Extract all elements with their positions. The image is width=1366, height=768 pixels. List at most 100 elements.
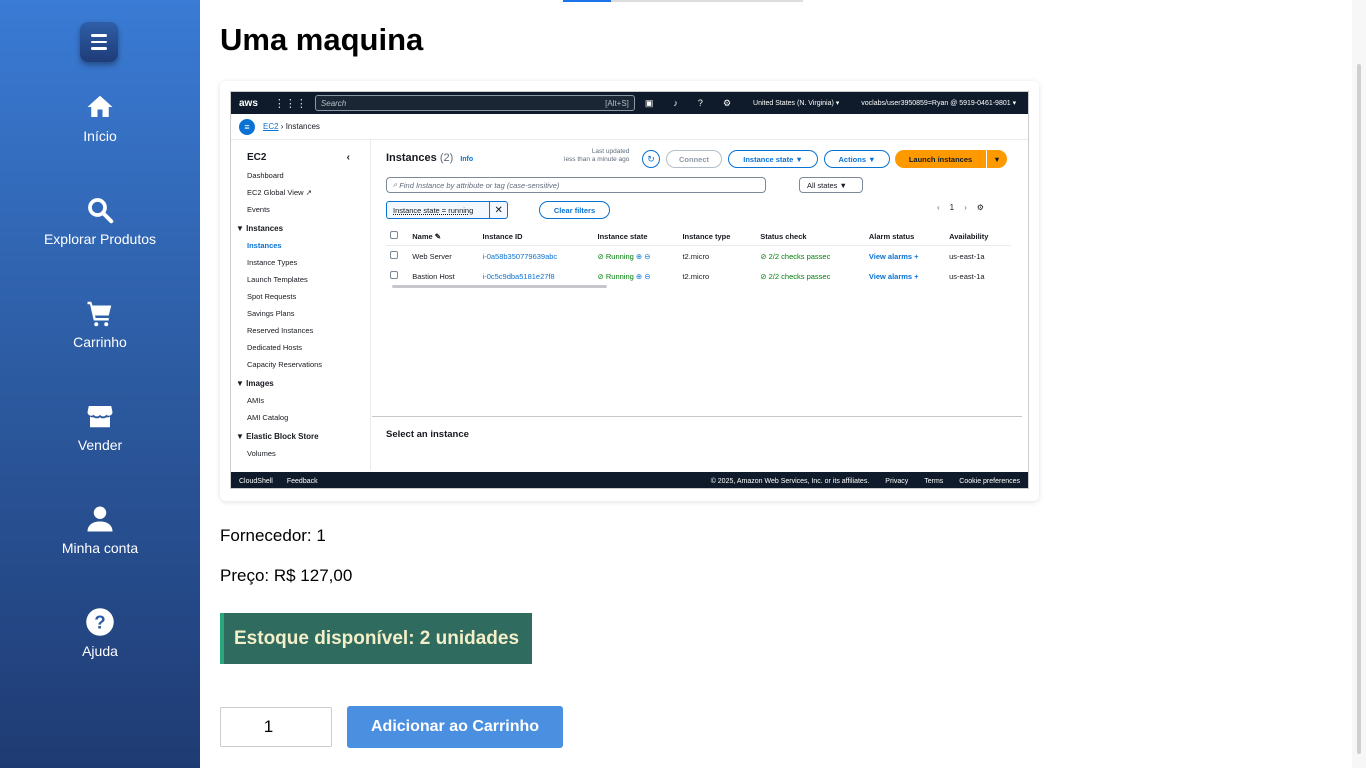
nav-item-explorar[interactable]: Explorar Produtos bbox=[0, 195, 200, 247]
status-text: 2/2 checks passec bbox=[768, 251, 831, 261]
nav-label: Início bbox=[83, 128, 117, 144]
chevron-left-icon: ‹ bbox=[346, 152, 350, 163]
footer-terms: Terms bbox=[924, 477, 944, 485]
nav-item-carrinho[interactable]: Carrinho bbox=[0, 298, 200, 350]
side-link: Dedicated Hosts bbox=[247, 343, 303, 352]
cell-alarm: View alarms + bbox=[868, 251, 919, 261]
store-icon bbox=[87, 406, 113, 428]
launch-instances-button: Launch instances bbox=[895, 150, 986, 168]
cell-instance-id: i-0c5c9dba5181e27f8 bbox=[482, 271, 555, 281]
column-header: Availability bbox=[945, 227, 1011, 246]
nav-label: Carrinho bbox=[73, 334, 127, 350]
aws-search-shortcut: [Alt+S] bbox=[605, 98, 629, 108]
select-all-checkbox bbox=[386, 227, 409, 246]
select-instance-label: Select an instance bbox=[386, 429, 469, 440]
scrollbar-thumb[interactable] bbox=[1357, 64, 1361, 754]
refresh-icon: ↻ bbox=[642, 150, 660, 168]
add-to-cart-button[interactable]: Adicionar ao Carrinho bbox=[347, 706, 563, 748]
last-updated-when: less than a minute ago bbox=[564, 155, 630, 163]
launch-dropdown-icon: ▼ bbox=[987, 150, 1007, 168]
instance-state-button: Instance state ▼ bbox=[728, 150, 818, 168]
aws-top-bar: aws ⋮⋮⋮ Search [Alt+S] ▣ ♪ ? ⚙ United St… bbox=[231, 92, 1028, 114]
side-section: ▼ Images bbox=[236, 379, 274, 388]
column-header: Name ✎ bbox=[408, 227, 479, 246]
side-link: Capacity Reservations bbox=[247, 360, 323, 369]
chevron-left-icon: ‹ bbox=[937, 203, 940, 212]
cell-state: ⊘ Running ⊕ ⊖ bbox=[597, 251, 651, 261]
column-header: Instance ID bbox=[478, 227, 594, 246]
clear-filters-button: Clear filters bbox=[539, 201, 610, 219]
find-instance-input: ⌕ Find Instance by attribute or tag (cas… bbox=[386, 177, 766, 193]
search-icon bbox=[88, 198, 114, 224]
svg-text:?: ? bbox=[94, 611, 105, 632]
cell-status: ⊘ 2/2 checks passec bbox=[760, 251, 831, 261]
nav-item-inicio[interactable]: Início bbox=[0, 92, 200, 144]
stock-text: Estoque disponível: 2 unidades bbox=[234, 627, 520, 649]
cell-az: us-east-1a bbox=[949, 251, 985, 261]
nav-item-ajuda[interactable]: ? Ajuda bbox=[0, 607, 200, 659]
footer-cookies: Cookie preferences bbox=[959, 477, 1020, 485]
nav-label: Minha conta bbox=[61, 540, 139, 556]
heading-text: Instances bbox=[386, 152, 437, 164]
side-link: EC2 Global View ↗ bbox=[247, 188, 312, 197]
product-image-card: aws ⋮⋮⋮ Search [Alt+S] ▣ ♪ ? ⚙ United St… bbox=[220, 81, 1039, 501]
side-link: AMIs bbox=[247, 396, 265, 405]
cell-state: ⊘ Running ⊕ ⊖ bbox=[597, 271, 651, 281]
status-text: 2/2 checks passec bbox=[768, 271, 831, 281]
footer-feedback: Feedback bbox=[286, 477, 318, 485]
nav-label: Explorar Produtos bbox=[43, 231, 157, 247]
column-header: Instance state bbox=[593, 227, 679, 246]
apps-grid-icon: ⋮⋮⋮ bbox=[273, 97, 307, 110]
cell-status: ⊘ 2/2 checks passec bbox=[760, 271, 831, 281]
row-checkbox bbox=[386, 246, 408, 267]
side-link: Instance Types bbox=[247, 258, 298, 267]
nav-item-vender[interactable]: Vender bbox=[0, 401, 200, 453]
aws-footer: CloudShell Feedback © 2025, Amazon Web S… bbox=[231, 472, 1028, 488]
quantity-input[interactable] bbox=[220, 707, 332, 747]
aws-search-placeholder: Search bbox=[320, 98, 347, 108]
cell-type: t2.micro bbox=[682, 271, 710, 281]
filter-token: Instance state = running ✕ bbox=[386, 201, 508, 219]
product-title: Uma maquina bbox=[220, 22, 424, 57]
actions-button: Actions ▼ bbox=[824, 150, 890, 168]
aws-region: United States (N. Virginia) ▾ bbox=[753, 100, 840, 107]
aws-sidebar: EC2 ‹ Dashboard EC2 Global View ↗ Events … bbox=[231, 140, 371, 470]
split-divider bbox=[372, 416, 1022, 417]
top-tab-indicator bbox=[563, 0, 803, 2]
menu-line bbox=[91, 47, 107, 50]
side-link: Spot Requests bbox=[247, 292, 297, 301]
footer-copyright: © 2025, Amazon Web Services, Inc. or its… bbox=[710, 477, 870, 485]
footer-cloudshell: CloudShell bbox=[239, 477, 273, 485]
side-link: Reserved Instances bbox=[247, 326, 314, 335]
column-header: Instance type bbox=[678, 227, 757, 246]
crumb-instances: Instances bbox=[285, 122, 320, 131]
heading-count: (2) bbox=[439, 152, 454, 164]
menu-line bbox=[91, 34, 107, 37]
pagination: ‹ 1 › ⚙ bbox=[937, 203, 984, 212]
side-link: Launch Templates bbox=[247, 275, 308, 284]
info-link: Info bbox=[460, 156, 474, 163]
aws-search-input: Search [Alt+S] bbox=[314, 95, 635, 111]
nav-label: Vender bbox=[77, 437, 123, 453]
side-link: Dashboard bbox=[247, 171, 284, 180]
nav-item-minha-conta[interactable]: Minha conta bbox=[0, 504, 200, 556]
page-scrollbar[interactable] bbox=[1352, 0, 1366, 768]
hamburger-menu-button[interactable] bbox=[80, 22, 118, 62]
page-number: 1 bbox=[949, 203, 955, 212]
cell-alarm: View alarms + bbox=[868, 271, 919, 281]
side-section: ▼ Elastic Block Store bbox=[236, 432, 319, 441]
aws-side-title: EC2 bbox=[247, 152, 267, 163]
filter-token-text: Instance state = running bbox=[393, 205, 474, 215]
instances-table: Name ✎ Instance ID Instance state Instan… bbox=[386, 227, 1011, 286]
cart-icon bbox=[87, 301, 112, 327]
gear-icon: ⚙ bbox=[976, 203, 984, 212]
column-header: Alarm status bbox=[864, 227, 946, 246]
crumb-ec2: EC2 bbox=[263, 122, 279, 131]
product-image: aws ⋮⋮⋮ Search [Alt+S] ▣ ♪ ? ⚙ United St… bbox=[230, 91, 1029, 489]
find-placeholder: Find Instance by attribute or tag (case-… bbox=[399, 180, 560, 190]
last-updated: Last updated less than a minute ago bbox=[564, 148, 629, 164]
side-link: Events bbox=[247, 205, 270, 214]
aws-breadcrumb: ≡ EC2 › Instances bbox=[231, 114, 1028, 140]
side-link: Volumes bbox=[247, 449, 276, 458]
cell-name: Bastion Host bbox=[412, 271, 455, 281]
